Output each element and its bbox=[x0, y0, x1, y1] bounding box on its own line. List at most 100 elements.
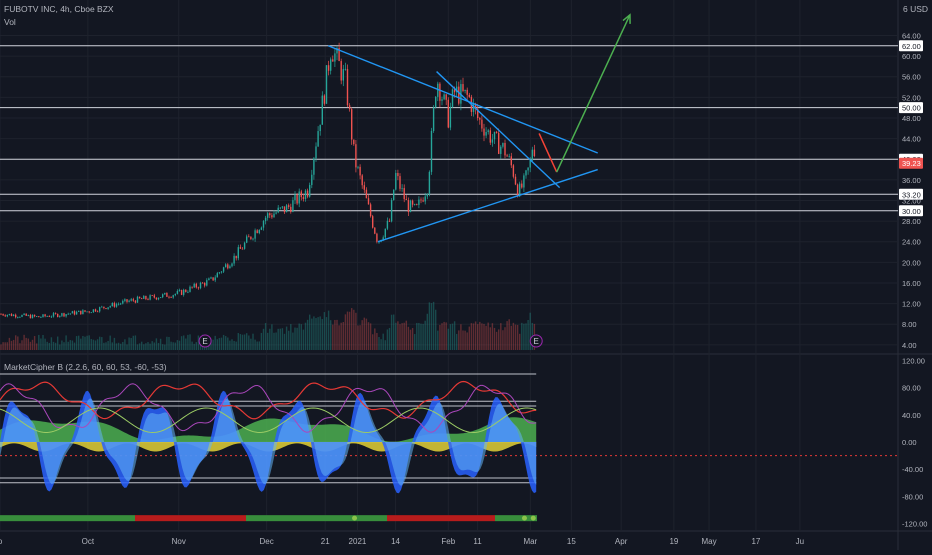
signal-strip-cell bbox=[390, 515, 393, 522]
volume-bar bbox=[57, 336, 59, 350]
signal-strip-cell bbox=[225, 515, 228, 522]
price-tick-label: 16.00 bbox=[902, 279, 921, 288]
candle-body bbox=[149, 295, 151, 300]
volume-bar bbox=[315, 318, 317, 350]
candle-body bbox=[113, 302, 116, 307]
candle-body bbox=[134, 300, 137, 303]
candle-body bbox=[122, 300, 124, 304]
signal-strip-cell bbox=[369, 515, 372, 522]
volume-bar bbox=[86, 335, 88, 350]
candle-body bbox=[103, 306, 105, 309]
volume-bar bbox=[353, 309, 355, 350]
candle-body bbox=[59, 315, 61, 317]
volume-bar bbox=[52, 341, 55, 350]
candle-body bbox=[143, 295, 145, 299]
signal-strip-cell bbox=[408, 515, 411, 522]
price-tick-label: 62.00 bbox=[902, 42, 921, 51]
oscillator-tick-label: 0.00 bbox=[902, 438, 917, 447]
volume-bar bbox=[367, 322, 370, 350]
volume-bar bbox=[33, 336, 36, 350]
signal-strip-cell bbox=[372, 515, 375, 522]
candle-body bbox=[306, 190, 309, 197]
candle-body bbox=[355, 144, 357, 168]
candle-body bbox=[449, 106, 452, 128]
candle-body bbox=[42, 314, 44, 318]
price-tick-label: 44.00 bbox=[902, 135, 921, 144]
signal-strip-cell bbox=[171, 515, 174, 522]
signal-strip-cell bbox=[258, 515, 261, 522]
candle-body bbox=[229, 266, 231, 269]
chart-canvas[interactable]: E E 64.00 62.0060.00 56.00 52.00 50.0048.00 44… bbox=[0, 0, 932, 550]
signal-strip-cell bbox=[18, 515, 21, 522]
candle-body bbox=[183, 289, 185, 295]
signal-strip-cell bbox=[252, 515, 255, 522]
candle-body bbox=[250, 236, 252, 240]
candle-body bbox=[344, 69, 347, 70]
volume-bar bbox=[458, 330, 460, 350]
signal-strip-cell bbox=[21, 515, 24, 522]
volume-bar bbox=[290, 324, 292, 350]
oscillator-tick-label: 120.00 bbox=[902, 356, 925, 365]
candle-body bbox=[426, 194, 428, 197]
signal-strip-cell bbox=[366, 515, 369, 522]
volume-bar bbox=[477, 324, 479, 350]
volume-bar bbox=[384, 340, 386, 350]
chart-stage[interactable]: E E 64.00 62.00 60.00 56.00 52.00 50.00 48.00 44… bbox=[0, 0, 932, 550]
volume-bar bbox=[361, 320, 363, 350]
volume-bar bbox=[296, 327, 298, 350]
candle-body bbox=[162, 294, 164, 298]
time-tick-label: Mar bbox=[523, 537, 537, 546]
signal-strip-cell bbox=[78, 515, 81, 522]
volume-bar bbox=[432, 301, 435, 350]
candle-body bbox=[111, 302, 113, 307]
volume-bar bbox=[407, 326, 410, 350]
signal-strip-cell bbox=[207, 515, 210, 522]
candle-body bbox=[386, 220, 389, 229]
volume-bar bbox=[113, 337, 116, 350]
volume-bar bbox=[311, 318, 313, 350]
candle-body bbox=[443, 94, 445, 100]
buy-signal-dot bbox=[352, 515, 358, 521]
candle-body bbox=[500, 146, 502, 154]
signal-strip-cell bbox=[510, 515, 513, 522]
volume-bar bbox=[50, 337, 53, 350]
signal-strip-cell bbox=[360, 515, 363, 522]
candle-body bbox=[487, 130, 489, 132]
signal-strip-cell bbox=[375, 515, 378, 522]
signal-strip-cell bbox=[87, 515, 90, 522]
signal-strip-cell bbox=[63, 515, 66, 522]
signal-strip-cell bbox=[15, 515, 18, 522]
signal-strip-cell bbox=[57, 515, 60, 522]
volume-bar bbox=[178, 340, 181, 350]
signal-strip-cell bbox=[105, 515, 108, 522]
volume-bar bbox=[8, 337, 11, 350]
volume-bar bbox=[401, 323, 403, 350]
candle-body bbox=[504, 142, 506, 156]
volume-bar bbox=[73, 342, 76, 350]
signal-strip-cell bbox=[168, 515, 171, 522]
candle-body bbox=[61, 313, 63, 316]
volume-bar bbox=[241, 334, 244, 350]
volume-bar bbox=[376, 332, 378, 350]
volume-bar bbox=[12, 339, 15, 350]
candle-body bbox=[401, 188, 403, 189]
volume-bar bbox=[420, 323, 422, 350]
candle-body bbox=[157, 297, 160, 300]
volume-bar bbox=[495, 331, 498, 350]
volume-bar bbox=[300, 324, 302, 350]
candle-body bbox=[451, 89, 454, 107]
signal-strip-cell bbox=[192, 515, 195, 522]
signal-strip-cell bbox=[150, 515, 153, 522]
signal-strip-cell bbox=[276, 515, 279, 522]
volume-bar bbox=[491, 323, 494, 350]
candle-body bbox=[348, 105, 351, 110]
candle-body bbox=[65, 314, 67, 317]
time-tick-label: 2021 bbox=[349, 537, 367, 546]
volume-bar bbox=[481, 323, 483, 350]
candle-body bbox=[294, 194, 296, 201]
signal-strip-cell bbox=[273, 515, 276, 522]
candle-body bbox=[424, 196, 426, 202]
price-tick-label: 12.00 bbox=[902, 300, 921, 309]
candle-body bbox=[212, 277, 214, 281]
candle-body bbox=[409, 200, 412, 213]
